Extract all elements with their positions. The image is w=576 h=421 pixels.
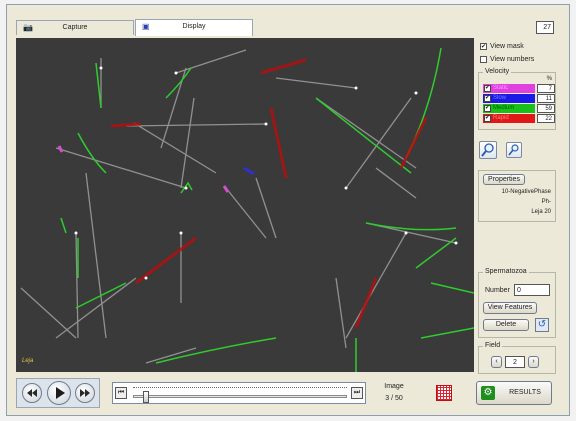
play-button[interactable] — [47, 381, 71, 405]
slider-thumb[interactable] — [143, 391, 149, 403]
velocity-row-slow[interactable]: ✔ Slow — [483, 94, 535, 103]
image-separator: / — [391, 395, 394, 402]
frame-slider[interactable]: ⏮ ⏭ — [112, 382, 366, 404]
magnifier-minus-icon — [508, 144, 519, 156]
slider-end-button[interactable]: ⏭ — [351, 387, 363, 399]
view-numbers-checkbox[interactable]: View numbers — [480, 56, 534, 63]
delete-button[interactable]: Delete — [483, 319, 529, 331]
image-label: Image — [384, 383, 404, 390]
track-counter: 27 — [536, 21, 554, 34]
image-total: 50 — [394, 395, 403, 402]
checkbox-checked[interactable]: ✔ — [484, 85, 491, 92]
play-icon — [56, 387, 65, 399]
zoom-in-button[interactable] — [479, 141, 497, 159]
slow-percent: 11 — [537, 94, 555, 103]
field-prev-button[interactable]: ‹ — [491, 356, 502, 368]
tab-display[interactable]: ▣ Display — [135, 19, 253, 36]
image-position: 3 / 50 — [376, 395, 412, 402]
velocity-row-static[interactable]: ✔ Static — [483, 84, 535, 93]
zoom-out-button[interactable] — [506, 142, 522, 158]
field-group: Field ‹ 2 › — [478, 342, 556, 374]
chevron-right-icon: › — [532, 358, 535, 365]
results-label: RESULTS — [509, 389, 541, 396]
results-button[interactable]: ⚙ RESULTS — [476, 381, 552, 405]
lab-logo: Leja — [22, 358, 34, 364]
properties-group: Properties 10-NegativePhase Ph- Leja 20 — [478, 170, 556, 222]
static-percent: 7 — [537, 84, 555, 93]
objective-name: 10-NegativePhase — [501, 189, 551, 195]
grid-icon[interactable] — [436, 385, 452, 401]
view-mask-checkbox[interactable]: ✔ View mask — [480, 43, 524, 50]
undo-button[interactable]: ↺ — [535, 318, 549, 332]
checkbox-unchecked[interactable] — [480, 56, 487, 63]
fast-forward-button[interactable] — [75, 383, 95, 403]
tab-capture[interactable]: 📷 Capture — [16, 20, 134, 35]
velocity-row-medium[interactable]: ✔ Medium — [483, 104, 535, 113]
properties-button[interactable]: Properties — [483, 174, 525, 185]
slider-start-button[interactable]: ⏮ — [115, 387, 127, 399]
skip-start-icon: ⏮ — [117, 389, 125, 396]
rapid-percent: 22 — [537, 114, 555, 123]
checkbox-checked[interactable]: ✔ — [484, 95, 491, 102]
magnifier-plus-icon — [481, 143, 494, 157]
undo-icon: ↺ — [537, 319, 547, 330]
chevron-left-icon: ‹ — [495, 358, 498, 365]
results-icon: ⚙ — [481, 386, 495, 400]
checkbox-checked[interactable]: ✔ — [484, 105, 491, 112]
field-number[interactable]: 2 — [505, 356, 525, 368]
view-features-button[interactable]: View Features — [483, 302, 537, 314]
chamber-label: Leja 20 — [531, 209, 551, 215]
velocity-row-rapid[interactable]: ✔ Rapid — [483, 114, 535, 123]
microscope-view[interactable]: Leja — [16, 38, 474, 372]
slider-track — [133, 395, 347, 398]
image-current: 3 — [385, 395, 390, 402]
velocity-group: Velocity % ✔ Static 7 ✔ Slow 11 ✔ Medium… — [478, 68, 556, 130]
spermatozoa-group: Spermatozoa Number 0 View Features Delet… — [478, 268, 556, 338]
checkbox-checked[interactable]: ✔ — [484, 115, 491, 122]
slider-ticks — [133, 387, 347, 390]
medium-percent: 59 — [537, 104, 555, 113]
number-input[interactable]: 0 — [514, 284, 550, 296]
rewind-icon — [27, 389, 37, 397]
skip-end-icon: ⏭ — [353, 389, 361, 396]
rewind-button[interactable] — [22, 383, 42, 403]
sperm-tracks-overlay — [20, 47, 474, 372]
checkbox-checked[interactable]: ✔ — [480, 43, 487, 50]
phase-label: Ph- — [541, 199, 551, 205]
fast-forward-icon — [80, 389, 90, 397]
field-next-button[interactable]: › — [528, 356, 539, 368]
